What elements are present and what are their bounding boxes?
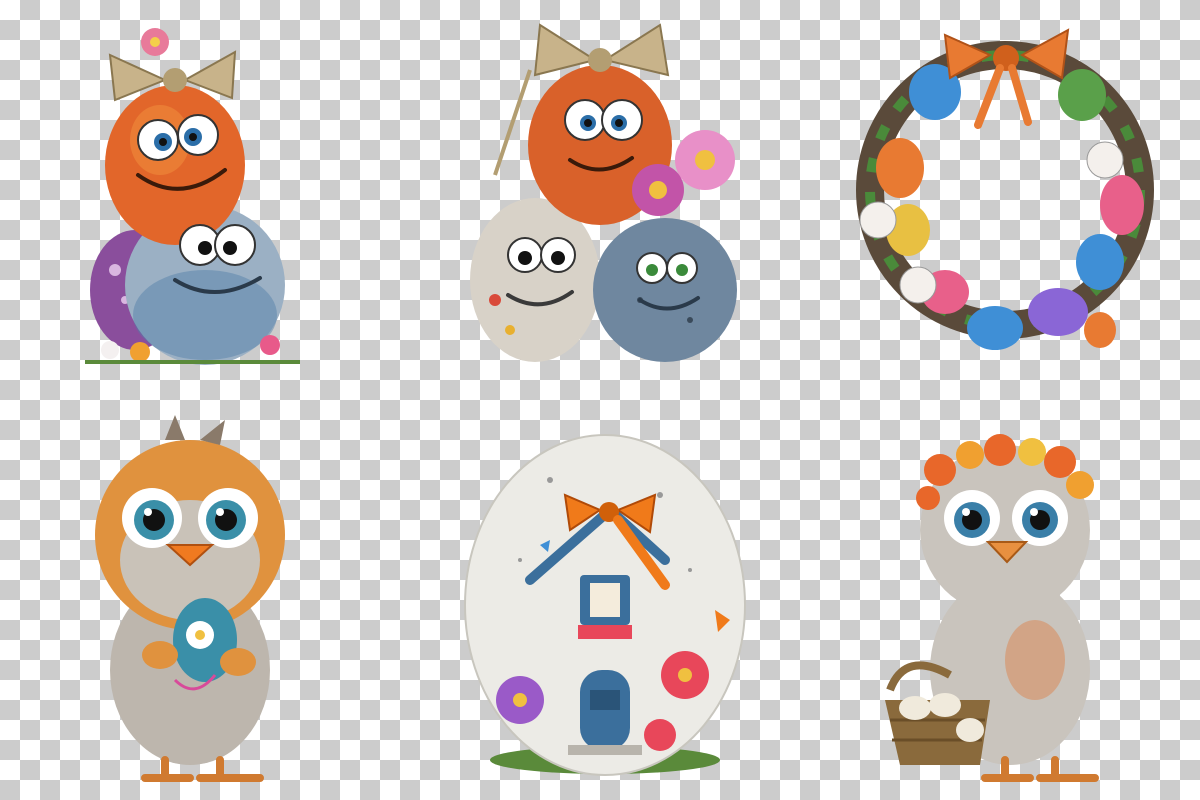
easter-egg-wreath	[800, 0, 1200, 400]
smiling-eggs-with-bow	[0, 0, 400, 400]
chick-icon	[885, 434, 1099, 782]
egg-trio-icon	[85, 28, 300, 365]
fluffy-orange-chick-holding-egg	[0, 400, 400, 800]
egg-trio-with-flowers	[400, 0, 800, 400]
wreath-icon	[856, 28, 1154, 350]
egg-trio-icon	[470, 23, 737, 362]
chick-icon	[95, 415, 285, 782]
gray-chick-with-flower-crown	[800, 400, 1200, 800]
egg-fairy-house	[400, 400, 800, 800]
clipart-sheet	[0, 0, 1200, 800]
egg-house-icon	[464, 434, 746, 776]
